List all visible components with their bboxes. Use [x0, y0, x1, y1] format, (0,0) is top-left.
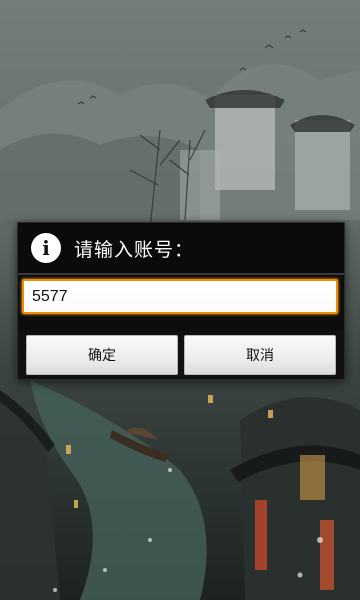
info-icon: i	[31, 233, 61, 263]
cancel-button[interactable]: 取消	[184, 335, 336, 375]
dialog-header: i 请输入账号：	[18, 223, 344, 273]
confirm-button[interactable]: 确定	[26, 335, 178, 375]
account-input-dialog: i 请输入账号： 确定 取消	[17, 222, 345, 380]
dialog-body: 确定 取消	[18, 275, 344, 379]
account-input[interactable]	[22, 279, 338, 314]
dialog-title: 请输入账号：	[74, 239, 195, 261]
dialog-button-bar: 确定 取消	[18, 331, 344, 379]
app-screen: i 请输入账号： 确定 取消	[0, 0, 360, 600]
